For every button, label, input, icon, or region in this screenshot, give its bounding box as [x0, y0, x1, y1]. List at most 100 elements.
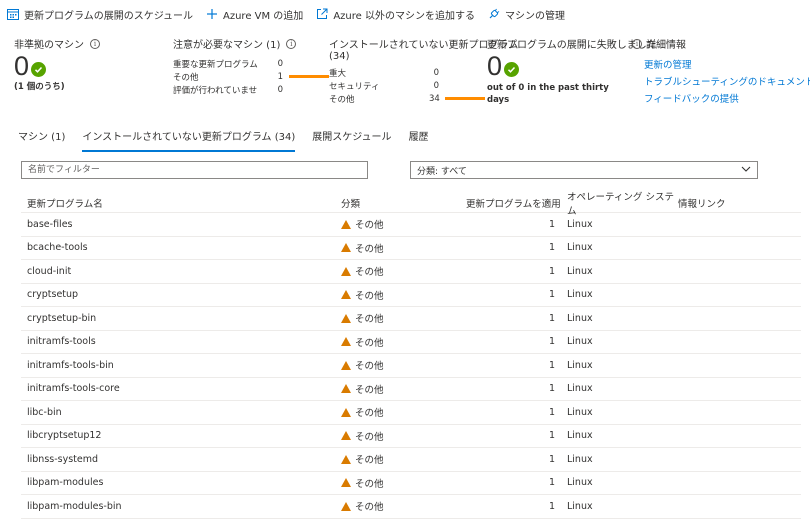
applicable-machines-count: 1	[548, 477, 555, 489]
warning-icon	[341, 290, 351, 300]
update-name: base-files	[27, 218, 73, 230]
applicable-machines-count: 1	[548, 359, 555, 371]
details-title-row: i 詳細情報	[632, 36, 810, 51]
schedule-deployment-label: 更新プログラムの展開のスケジュール	[24, 10, 193, 22]
table-row[interactable]: libpam-modules その他 1 Linux	[21, 472, 801, 495]
missing-row-value: 0	[433, 80, 439, 91]
update-name: libpam-modules	[27, 477, 104, 489]
info-icon[interactable]: i	[286, 38, 297, 49]
attention-row-label: その他	[173, 72, 199, 83]
add-non-azure-machine-button[interactable]: Azure 以外のマシンを追加する	[315, 7, 475, 22]
table-row[interactable]: base-files その他 1 Linux	[21, 213, 801, 237]
chevron-down-icon	[741, 165, 751, 175]
update-name: libc-bin	[27, 406, 62, 418]
missing-row-label: セキュリティ	[329, 81, 380, 92]
noncompliant-title: 非準拠のマシン	[14, 40, 84, 51]
warning-icon	[341, 501, 351, 511]
table-row[interactable]: cryptsetup その他 1 Linux	[21, 284, 801, 307]
os-cell: Linux	[567, 218, 593, 230]
table-row[interactable]: cloud-init その他 1 Linux	[21, 260, 801, 284]
manage-machines-button[interactable]: マシンの管理	[487, 7, 565, 22]
give-feedback-link[interactable]: フィードバックの提供	[644, 91, 810, 108]
name-filter-input[interactable]	[21, 161, 368, 179]
attention-row-label: 重要な更新プログラム	[173, 59, 258, 70]
add-azure-vm-button[interactable]: Azure VM の追加	[205, 7, 303, 22]
tab-machines[interactable]: マシン (1)	[18, 126, 65, 148]
applicable-machines-count: 1	[548, 383, 555, 395]
classification-text: その他	[355, 408, 384, 420]
table-row[interactable]: cryptsetup-bin その他 1 Linux	[21, 307, 801, 331]
column-header-os[interactable]: オペレーティング システム	[563, 189, 678, 217]
classification-dropdown[interactable]: 分類: すべて	[410, 161, 758, 179]
attention-machines-tile[interactable]: 注意が必要なマシン (1) i 重要な更新プログラム 0 その他 1 評価が行わ…	[173, 36, 329, 96]
classification-text: その他	[355, 502, 384, 514]
classification-text: その他	[355, 455, 384, 467]
classification-value: 分類: すべて	[417, 166, 467, 177]
warning-icon	[341, 243, 351, 253]
schedule-deployment-button[interactable]: 更新プログラムの展開のスケジュール	[6, 7, 193, 22]
os-cell: Linux	[567, 383, 593, 395]
applicable-machines-count: 1	[548, 336, 555, 348]
failed-title: 更新プログラムの展開に失敗しました	[487, 40, 657, 51]
classification-cell: その他	[341, 429, 456, 443]
column-header-classification[interactable]: 分類	[341, 196, 456, 210]
plus-icon	[205, 7, 219, 21]
os-cell: Linux	[567, 359, 593, 371]
classification-text: その他	[355, 478, 384, 490]
table-row[interactable]: libc-bin その他 1 Linux	[21, 401, 801, 425]
summary-tiles: 非準拠のマシン i 0 (1 個のうち) 注意が必要なマシン (1) i 重要な…	[0, 36, 810, 116]
warning-icon	[341, 478, 351, 488]
troubleshooting-docs-link[interactable]: トラブルシューティングのドキュメント	[644, 74, 810, 91]
warning-icon	[341, 219, 351, 229]
attention-row-label: 評価が行われていませ	[173, 85, 258, 96]
attention-breakdown: 重要な更新プログラム 0 その他 1 評価が行われていませ 0	[173, 57, 329, 96]
table-row[interactable]: libpam-modules-bin その他 1 Linux	[21, 495, 801, 519]
applicable-machines-count: 1	[548, 406, 555, 418]
classification-cell: その他	[341, 382, 456, 396]
failed-count: 0	[487, 51, 503, 81]
table-row[interactable]: initramfs-tools その他 1 Linux	[21, 331, 801, 354]
noncompliant-machines-tile[interactable]: 非準拠のマシン i 0 (1 個のうち)	[14, 36, 100, 92]
info-icon[interactable]: i	[90, 38, 100, 49]
applicable-machines-count: 1	[548, 289, 555, 301]
table-row[interactable]: libnss-systemd その他 1 Linux	[21, 448, 801, 472]
attention-row-bar	[289, 75, 329, 78]
update-name: cryptsetup-bin	[27, 312, 97, 324]
os-cell: Linux	[567, 477, 593, 489]
warning-icon	[341, 313, 351, 323]
classification-cell: その他	[341, 311, 456, 325]
noncompliant-title-row: 非準拠のマシン i	[14, 36, 100, 51]
add-non-azure-machine-label: Azure 以外のマシンを追加する	[333, 10, 475, 22]
classification-text: その他	[355, 314, 384, 326]
column-header-info-link[interactable]: 情報リンク	[678, 196, 778, 210]
warning-icon	[341, 407, 351, 417]
tab-missing-updates[interactable]: インストールされていない更新プログラム (34)	[82, 126, 295, 152]
classification-cell: その他	[341, 217, 456, 231]
attention-row-value: 1	[277, 71, 283, 82]
classification-cell: その他	[341, 452, 456, 466]
warning-icon	[341, 431, 351, 441]
attention-row-critical: 重要な更新プログラム 0	[173, 57, 329, 70]
tab-history[interactable]: 履歴	[409, 126, 429, 148]
classification-text: その他	[355, 290, 384, 302]
column-header-name[interactable]: 更新プログラム名	[21, 196, 341, 210]
column-header-applicable-machines[interactable]: 更新プログラムを適用して...	[456, 196, 563, 210]
classification-cell: その他	[341, 358, 456, 372]
table-row[interactable]: libcryptsetup12 その他 1 Linux	[21, 425, 801, 448]
attention-row-value: 0	[277, 84, 283, 95]
table-row[interactable]: initramfs-tools-bin その他 1 Linux	[21, 354, 801, 378]
update-name: bcache-tools	[27, 242, 88, 254]
failed-subtitle: out of 0 in the past thirty days	[487, 83, 609, 105]
os-cell: Linux	[567, 430, 593, 442]
table-row[interactable]: bcache-tools その他 1 Linux	[21, 237, 801, 260]
failed-deployments-tile[interactable]: 更新プログラムの展開に失敗しました 0 out of 0 in the past…	[487, 36, 657, 106]
classification-text: その他	[355, 384, 384, 396]
details-links: 更新の管理 トラブルシューティングのドキュメント フィードバックの提供	[632, 57, 810, 108]
classification-cell: その他	[341, 241, 456, 255]
external-link-icon	[315, 7, 329, 21]
missing-row-label: その他	[329, 94, 355, 105]
table-row[interactable]: initramfs-tools-core その他 1 Linux	[21, 378, 801, 401]
warning-icon	[341, 384, 351, 394]
tab-deployment-schedules[interactable]: 展開スケジュール	[312, 126, 391, 148]
manage-updates-link[interactable]: 更新の管理	[644, 57, 810, 74]
